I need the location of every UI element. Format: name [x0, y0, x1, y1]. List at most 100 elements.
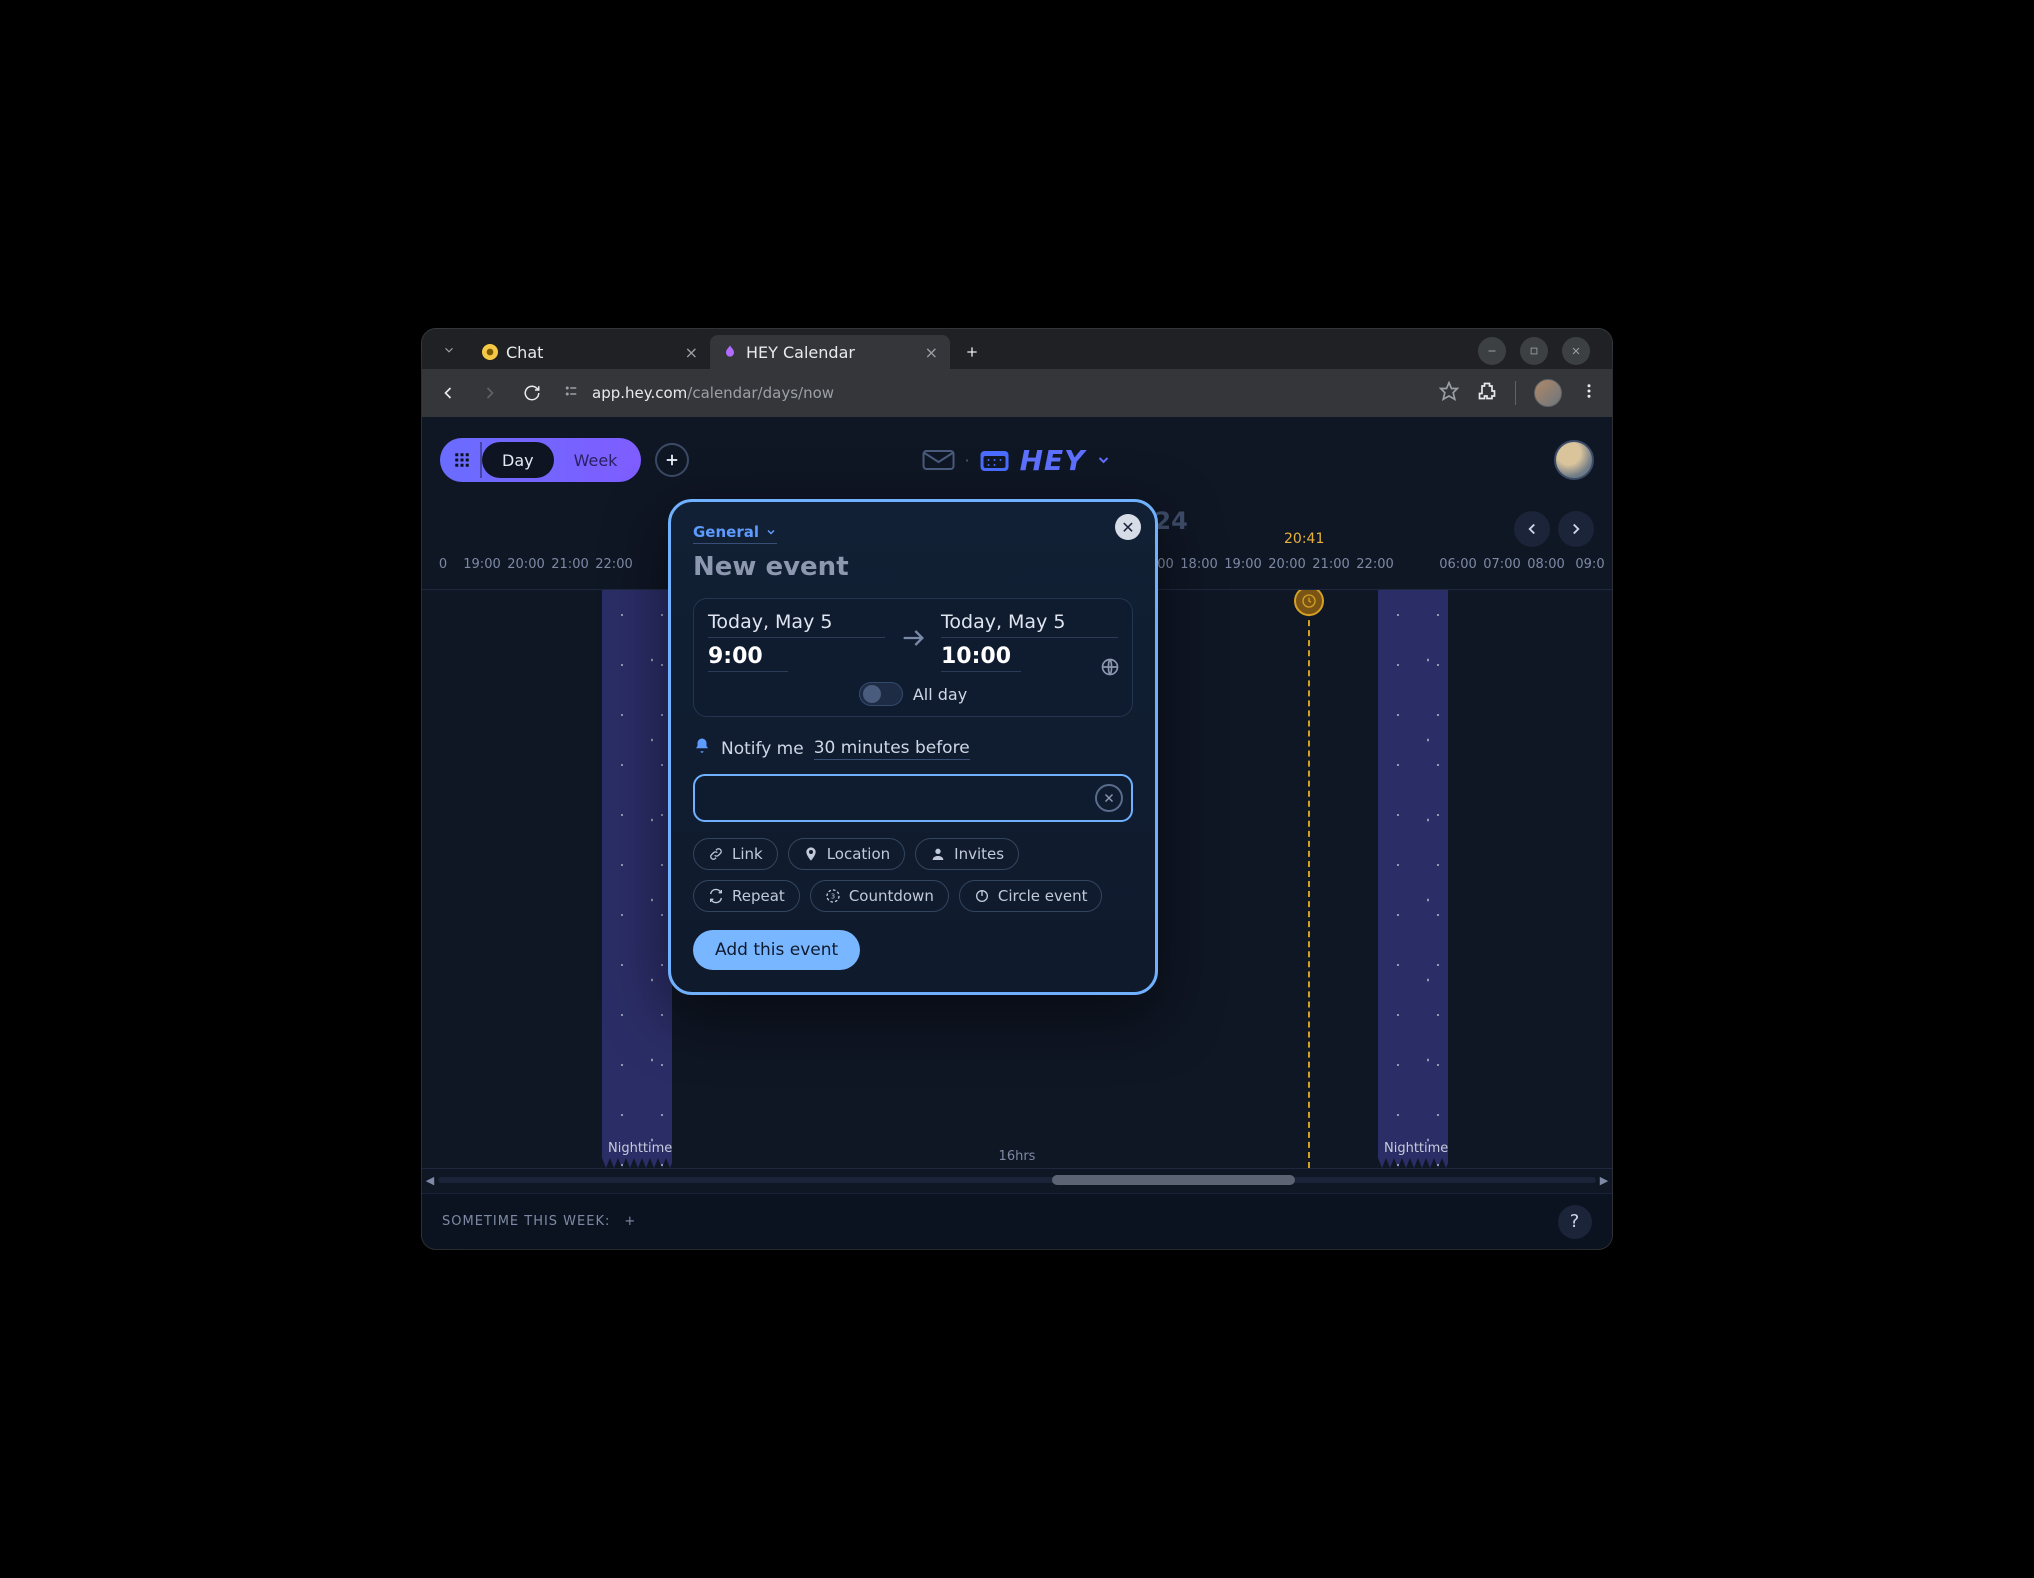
hour-label: 21:00 [548, 557, 592, 579]
url-text: app.hey.com/calendar/days/now [592, 384, 834, 402]
address-bar[interactable]: app.hey.com/calendar/days/now [562, 382, 1421, 404]
scroll-track[interactable] [438, 1177, 1596, 1183]
duration-label: 16hrs [999, 1149, 1036, 1164]
notify-value[interactable]: 30 minutes before [814, 738, 970, 760]
hour-label: 22:00 [1353, 557, 1397, 579]
forward-button[interactable] [478, 381, 502, 405]
close-icon[interactable]: × [925, 343, 938, 362]
separator [1515, 381, 1516, 405]
clear-input-button[interactable] [1095, 784, 1123, 812]
view-switcher: Day Week [440, 438, 641, 482]
nighttime-block: Nighttime [1378, 590, 1458, 1168]
hour-label: 22:00 [592, 557, 636, 579]
maximize-button[interactable] [1520, 337, 1548, 365]
new-tab-button[interactable] [958, 338, 986, 366]
scroll-thumb[interactable] [1052, 1175, 1295, 1185]
footer: SOMETIME THIS WEEK: + ? [422, 1193, 1612, 1249]
hour-label: 18:00 [1177, 557, 1221, 579]
bookmark-star-icon[interactable] [1439, 381, 1459, 405]
person-icon [930, 846, 946, 862]
browser-tab-chat[interactable]: Chat × [470, 335, 710, 369]
option-chips: Link Location Invites Repeat 3 Countdown [693, 838, 1133, 912]
chevron-down-icon[interactable] [1095, 452, 1111, 468]
user-avatar[interactable] [1554, 440, 1594, 480]
start-date-input[interactable]: Today, May 5 [708, 611, 885, 638]
help-button[interactable]: ? [1558, 1205, 1592, 1239]
chip-circle-event[interactable]: Circle event [959, 880, 1103, 912]
sometime-label: SOMETIME THIS WEEK: [442, 1214, 610, 1229]
reload-button[interactable] [520, 381, 544, 405]
mail-icon [923, 448, 955, 472]
scroll-right-icon[interactable]: ▶ [1596, 1174, 1612, 1187]
view-day-button[interactable]: Day [482, 442, 554, 478]
start-time-input[interactable]: 9:00 [708, 644, 788, 672]
tab-title: HEY Calendar [746, 343, 855, 362]
nighttime-label: Nighttime [1384, 1141, 1448, 1156]
all-day-label: All day [913, 685, 967, 704]
link-icon [708, 846, 724, 862]
arrow-right-icon [899, 624, 927, 659]
close-modal-button[interactable]: ✕ [1115, 514, 1141, 540]
chip-link[interactable]: Link [693, 838, 778, 870]
scroll-left-icon[interactable]: ◀ [422, 1174, 438, 1187]
repeat-icon [708, 888, 724, 904]
now-indicator-line [1308, 590, 1310, 1168]
profile-avatar[interactable] [1534, 379, 1562, 407]
svg-text:3: 3 [831, 893, 835, 901]
countdown-icon: 3 [825, 888, 841, 904]
apps-grid-icon[interactable] [444, 442, 482, 478]
calendar-selector[interactable]: General [693, 523, 777, 544]
hour-label: 09:0 [1568, 557, 1612, 579]
tab-title: Chat [506, 343, 543, 362]
add-sometime-button[interactable]: + [624, 1214, 636, 1229]
minimize-button[interactable] [1478, 337, 1506, 365]
notify-row: Notify me 30 minutes before [693, 737, 1133, 760]
next-day-button[interactable] [1558, 511, 1594, 547]
event-title-input[interactable] [693, 774, 1133, 822]
browser-tab-hey-calendar[interactable]: HEY Calendar × [710, 335, 950, 369]
timezone-button[interactable] [1100, 657, 1120, 681]
end-date-input[interactable]: Today, May 5 [941, 611, 1118, 638]
now-indicator-badge[interactable] [1294, 589, 1324, 616]
hey-brand[interactable]: · HEY [923, 444, 1112, 477]
chip-invites[interactable]: Invites [915, 838, 1019, 870]
extensions-icon[interactable] [1477, 381, 1497, 405]
clock-icon [1301, 593, 1317, 609]
chip-repeat[interactable]: Repeat [693, 880, 800, 912]
bell-icon [693, 737, 711, 760]
hour-label: 20:00 [504, 557, 548, 579]
new-event-modal: ✕ General New event Today, May 5 9:00 To… [668, 499, 1158, 995]
modal-title: New event [693, 552, 1133, 582]
chip-countdown[interactable]: 3 Countdown [810, 880, 949, 912]
tab-strip: Chat × HEY Calendar × [422, 329, 1612, 369]
hour-label: 19:00 [1221, 557, 1265, 579]
back-button[interactable] [436, 381, 460, 405]
new-event-button[interactable] [655, 443, 689, 477]
datetime-block: Today, May 5 9:00 Today, May 5 10:00 [693, 598, 1133, 717]
end-time-input[interactable]: 10:00 [941, 644, 1021, 672]
chip-location[interactable]: Location [788, 838, 905, 870]
add-event-button[interactable]: Add this event [693, 930, 860, 970]
close-icon[interactable]: × [685, 343, 698, 362]
browser-toolbar: app.hey.com/calendar/days/now [422, 369, 1612, 417]
nighttime-label: Nighttime [608, 1141, 672, 1156]
hour-label: 08:00 [1524, 557, 1568, 579]
prev-day-button[interactable] [1514, 511, 1550, 547]
all-day-toggle[interactable] [859, 682, 903, 706]
close-window-button[interactable] [1562, 337, 1590, 365]
hour-label: 21:00 [1309, 557, 1353, 579]
hour-label: 19:00 [460, 557, 504, 579]
tab-search-menu[interactable] [434, 335, 464, 365]
browser-menu-icon[interactable] [1580, 382, 1598, 404]
location-icon [803, 846, 819, 862]
view-week-button[interactable]: Week [554, 442, 638, 478]
favicon-hey [722, 344, 738, 360]
date-nav [1514, 511, 1594, 547]
notify-prefix: Notify me [721, 739, 804, 759]
all-day-row: All day [708, 682, 1118, 706]
site-settings-icon[interactable] [562, 382, 580, 404]
horizontal-scrollbar[interactable]: ◀ ▶ [422, 1171, 1612, 1189]
browser-window: Chat × HEY Calendar × app.hey.com/calend… [422, 329, 1612, 1249]
chevron-down-icon [765, 526, 777, 538]
circle-icon [974, 888, 990, 904]
